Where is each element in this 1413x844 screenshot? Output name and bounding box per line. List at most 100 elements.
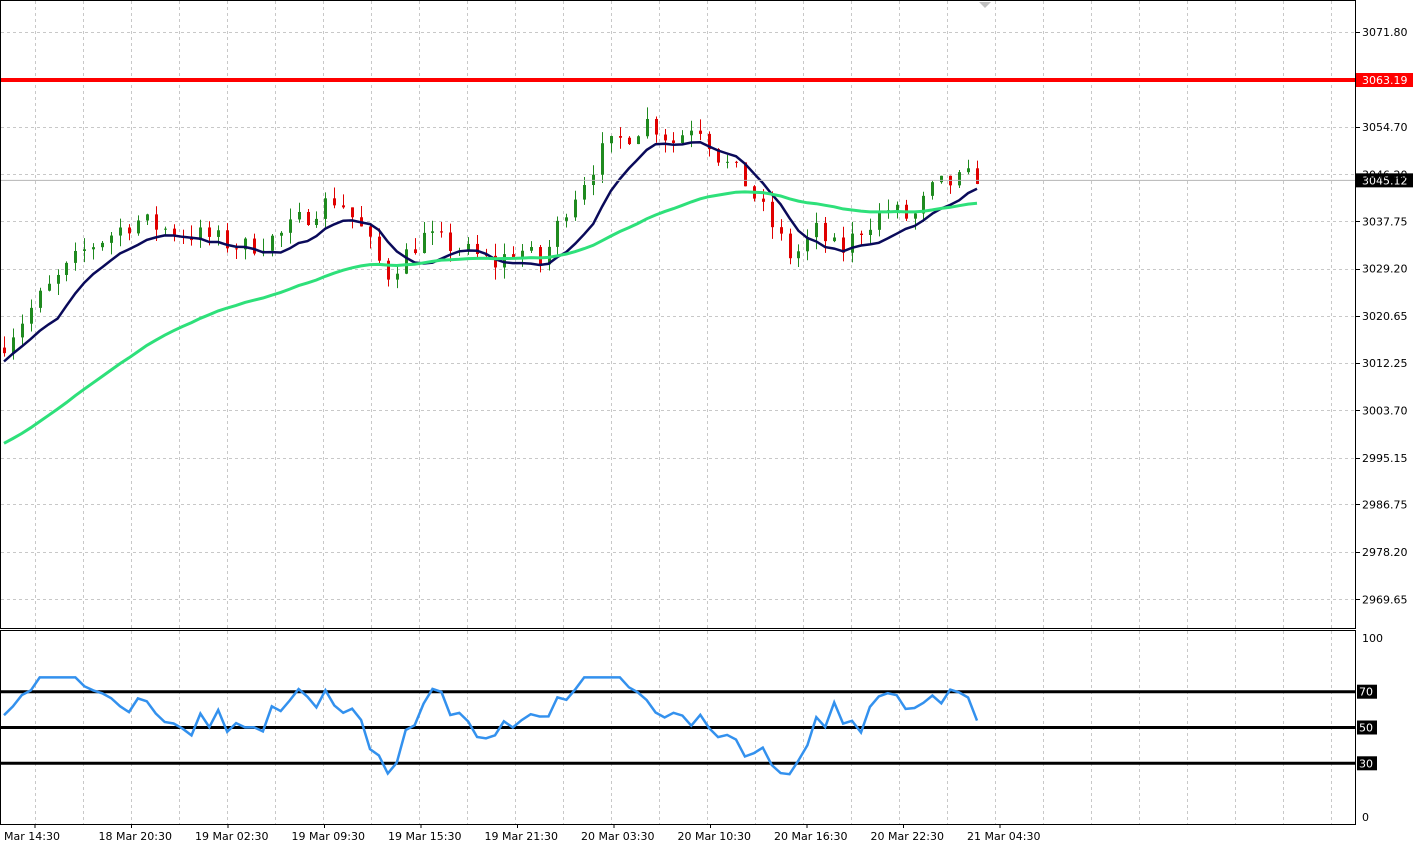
price-tick-label: 3020.65 [1362,310,1408,323]
candle-body [815,222,818,238]
candle-body [824,222,827,242]
candle-body [521,250,524,258]
time-tick-label: 20 Mar 22:30 [871,830,944,843]
price-tick-label: 3071.80 [1362,26,1408,39]
time-tick-label: 18 Mar 20:30 [99,830,172,843]
candle-body [967,168,970,173]
candle-body [789,233,792,259]
candle-body [289,219,292,233]
candle-body [699,130,702,134]
oscillator-level-label: 50 [1359,722,1373,735]
time-tick-label: 19 Mar 21:30 [485,830,558,843]
candle-body [423,232,426,254]
oscillator-levels: 70 50 30 [0,684,1377,771]
candle-body [369,226,372,237]
candle-body [771,201,774,228]
candle-body [797,251,800,259]
candle-body [65,262,68,275]
candle-body [672,140,675,143]
candle-body [57,274,60,284]
candle-body [3,347,6,354]
candle-body [601,143,604,175]
candle-body [958,172,961,186]
candle-body [851,233,854,253]
candle-body [664,134,667,141]
candle-body [333,198,336,206]
candle-body [860,233,863,235]
candle-body [74,250,77,263]
price-tick-label: 3054.70 [1362,121,1408,134]
price-tick-label: 3012.25 [1362,357,1408,370]
price-tick-label: 3046.20 [1362,168,1408,181]
candle-body [833,237,836,242]
candle-body [914,213,917,219]
candle-body [39,290,42,308]
price-tick-label: 3003.70 [1362,404,1408,417]
candle-body [931,182,934,196]
price-pane-frame [0,0,1356,629]
candle-body [690,130,693,136]
candle-body [235,248,238,250]
candle-body [146,214,149,221]
time-tick-label: 19 Mar 09:30 [292,830,365,843]
candle-body [646,118,649,137]
price-tick-label: 3029.20 [1362,263,1408,276]
oscillator-tick-label: 0 [1362,811,1369,824]
candle-body [208,227,211,237]
candle-body [315,218,318,225]
candle-body [280,232,283,236]
candle-body [351,207,354,218]
oscillator-level-label: 70 [1359,686,1373,699]
candle-body [30,307,33,324]
candle-body [655,118,658,135]
candle-body [21,323,24,338]
candle-body [431,231,434,233]
candle-body [726,161,729,163]
candle-body [556,220,559,247]
candle-body [271,235,274,251]
candle-body [324,198,327,219]
candle-body [307,211,310,225]
candle-body [48,283,51,291]
price-tick-label: 2978.20 [1362,546,1408,559]
candle-body [396,273,399,280]
candle-body [128,227,131,234]
candle-body [896,204,899,211]
price-tick-label: 2969.65 [1362,593,1408,606]
candle-body [869,229,872,235]
time-tick-label: 19 Mar 02:30 [195,830,268,843]
time-tick-label: 20 Mar 16:30 [774,830,847,843]
candle-body [387,260,390,280]
candle-body [940,175,943,183]
trading-chart: 3063.193045.12 70 50 30 3071.80 3054.70 3046… [0,0,1413,843]
candle-body [610,136,613,144]
time-tick-label: 20 Mar 10:30 [678,830,751,843]
oscillator-level-label: 30 [1359,757,1373,770]
time-axis-labels: Mar 14:30 18 Mar 20:30 19 Mar 02:30 19 Mar … [4,824,1040,843]
candle-body [92,247,95,250]
candle-body [83,249,86,251]
candle-body [681,135,684,143]
time-tick-label: 20 Mar 03:30 [581,830,654,843]
candlestick-series [3,107,979,360]
candle-body [628,137,631,145]
candle-body [762,198,765,202]
price-pane-grid [1,1,1355,628]
time-tick-label: Mar 14:30 [4,830,60,843]
scroll-marker-icon[interactable] [979,2,991,8]
slow-moving-average-line [3,190,978,445]
candle-body [298,211,301,220]
chart-axes [0,0,1360,825]
candle-body [976,168,979,184]
level-price-label: 3063.19 [1362,74,1408,87]
candle-body [164,228,167,230]
candle-body [780,227,783,234]
time-tick-label: 21 Mar 04:30 [967,830,1040,843]
price-tick-label: 2986.75 [1362,498,1408,511]
candle-body [735,161,738,163]
fast-moving-average-line [3,140,978,363]
horizontal-levels: 3063.193045.12 [0,73,1413,188]
candle-body [449,232,452,251]
candle-body [440,231,443,233]
candle-body [155,214,158,230]
